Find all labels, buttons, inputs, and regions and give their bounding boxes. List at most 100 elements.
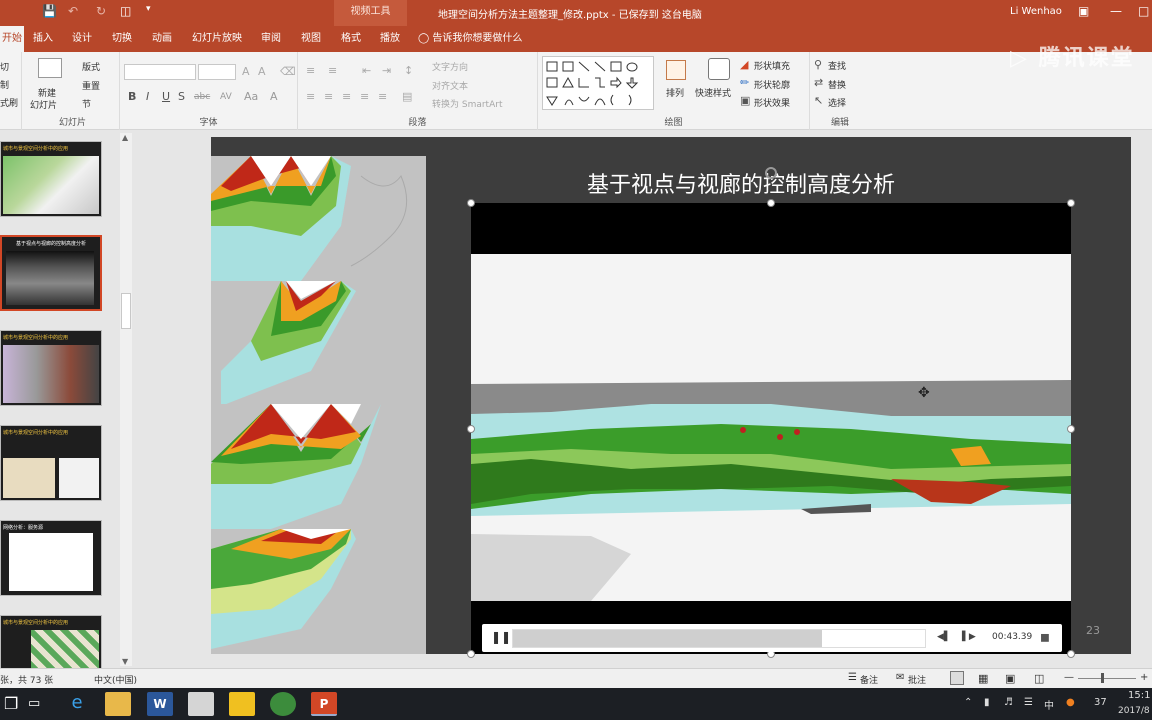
save-icon[interactable]: 💾	[42, 4, 57, 18]
video-progress-bar[interactable]	[512, 629, 926, 648]
selection-handle[interactable]	[1067, 650, 1075, 658]
align-center-icon[interactable]: ≡	[324, 90, 333, 104]
copy-button[interactable]: 制	[0, 78, 9, 91]
word-icon[interactable]: W	[147, 692, 173, 716]
increase-indent-icon[interactable]: ⇥	[382, 64, 391, 78]
char-spacing-button[interactable]: AV	[220, 90, 232, 104]
task-view-icon[interactable]: ▭	[28, 696, 40, 711]
grow-font-icon[interactable]: A	[242, 65, 250, 79]
video-object[interactable]	[471, 203, 1071, 654]
slide-thumbnail[interactable]: 网络分析：服务源	[0, 520, 102, 596]
tab-insert[interactable]: 插入	[28, 26, 58, 52]
tab-review[interactable]: 审阅	[254, 26, 288, 52]
zoom-slider[interactable]	[1078, 678, 1136, 679]
tab-animations[interactable]: 动画	[144, 26, 180, 52]
slide-thumbnail[interactable]: 城市与景观空间分析中的应用	[0, 425, 102, 501]
user-name[interactable]: Li Wenhao	[1010, 6, 1062, 17]
shadow-button[interactable]: S	[178, 90, 185, 104]
shrink-font-icon[interactable]: A	[258, 65, 266, 79]
quick-styles-button[interactable]: 快速样式	[695, 86, 731, 99]
clock-time[interactable]: 15:1	[1128, 690, 1150, 701]
battery-icon[interactable]: ▮	[984, 697, 990, 708]
shape-outline-button[interactable]: 形状轮廓	[754, 78, 790, 91]
language-indicator[interactable]: 中文(中国)	[94, 673, 137, 686]
numbering-icon[interactable]: ≡	[328, 64, 337, 78]
replace-button[interactable]: 替换	[828, 78, 846, 91]
columns-icon[interactable]: ▤	[402, 90, 412, 104]
minimize-icon[interactable]: —	[1110, 4, 1122, 18]
slide-thumbnail[interactable]: 城市与景观空间分析中的应用	[0, 141, 102, 217]
shape-effects-button[interactable]: 形状效果	[754, 96, 790, 109]
align-right-icon[interactable]: ≡	[342, 90, 351, 104]
customize-qat-icon[interactable]: ▾	[146, 4, 151, 14]
tab-slideshow[interactable]: 幻灯片放映	[186, 26, 248, 52]
selection-handle[interactable]	[1067, 199, 1075, 207]
start-icon[interactable]: ❐	[4, 694, 18, 713]
select-button[interactable]: 选择	[828, 96, 846, 109]
font-name-input[interactable]	[124, 64, 196, 80]
align-text-button[interactable]: 对齐文本	[432, 79, 468, 92]
app-icon[interactable]	[229, 692, 255, 716]
tab-home[interactable]: 开始	[0, 26, 24, 52]
ribbon-display-icon[interactable]: ▣	[1078, 4, 1089, 18]
reset-button[interactable]: 重置	[82, 79, 100, 92]
normal-view-icon[interactable]	[950, 671, 964, 685]
notes-icon[interactable]: ☰	[848, 672, 857, 683]
tab-design[interactable]: 设计	[66, 26, 98, 52]
shape-fill-button[interactable]: 形状填充	[754, 59, 790, 72]
app-tray-icon[interactable]: ●	[1066, 697, 1075, 708]
arrange-button[interactable]: 排列	[666, 86, 684, 99]
selection-handle[interactable]	[467, 425, 475, 433]
selection-handle[interactable]	[467, 199, 475, 207]
shapes-gallery[interactable]	[542, 56, 654, 110]
align-left-icon[interactable]: ≡	[306, 90, 315, 104]
slideshow-view-icon[interactable]: ◫	[1034, 672, 1044, 685]
file-explorer-icon[interactable]	[105, 692, 131, 716]
bullets-icon[interactable]: ≡	[306, 64, 315, 78]
tab-format[interactable]: 格式	[334, 26, 368, 52]
format-painter-button[interactable]: 式刷	[0, 96, 18, 109]
network-icon[interactable]: ☰	[1024, 697, 1033, 708]
clear-format-icon[interactable]: ⌫	[280, 65, 296, 79]
tab-playback[interactable]: 播放	[373, 26, 407, 52]
tell-me-box[interactable]: ◯ 告诉我你想要做什么	[418, 26, 538, 52]
layout-button[interactable]: 版式	[82, 60, 100, 73]
selection-handle[interactable]	[467, 650, 475, 658]
edge-icon[interactable]: e	[64, 692, 90, 716]
new-slide-label[interactable]: 幻灯片	[30, 98, 57, 111]
notes-button[interactable]: 备注	[860, 673, 878, 686]
change-case-icon[interactable]: Aa	[244, 90, 258, 104]
smartart-button[interactable]: 转换为 SmartArt	[432, 97, 502, 110]
new-slide-icon[interactable]	[38, 58, 62, 78]
cut-button[interactable]: 切	[0, 60, 9, 73]
zoom-slider-thumb[interactable]	[1101, 673, 1104, 683]
replace-icon[interactable]: ⇄	[814, 76, 823, 90]
font-color-icon[interactable]: A	[270, 90, 278, 104]
quick-styles-icon[interactable]	[708, 58, 730, 80]
scroll-down-icon[interactable]: ▼	[122, 657, 128, 666]
ime-indicator[interactable]: 中	[1044, 697, 1054, 712]
underline-button[interactable]: U	[162, 90, 170, 104]
tab-view[interactable]: 视图	[294, 26, 328, 52]
app-icon[interactable]	[188, 692, 214, 716]
maximize-icon[interactable]: □	[1138, 4, 1149, 18]
pause-icon[interactable]: ❚❚	[491, 630, 511, 644]
thumbnail-scrollbar[interactable]: ▲ ▼	[120, 133, 132, 666]
slide-title[interactable]: 基于视点与视廊的控制高度分析	[511, 167, 971, 199]
scrollbar-thumb[interactable]	[121, 293, 131, 329]
clock-date[interactable]: 2017/8	[1118, 706, 1150, 716]
volume-icon[interactable]: ◼	[1040, 630, 1050, 644]
skip-back-icon[interactable]: ◀▌	[937, 632, 951, 642]
tab-transitions[interactable]: 切换	[104, 26, 140, 52]
italic-button[interactable]: I	[146, 90, 149, 104]
selection-handle[interactable]	[1067, 425, 1075, 433]
bold-button[interactable]: B	[128, 90, 136, 104]
text-direction-button[interactable]: 文字方向	[432, 60, 468, 73]
strikethrough-button[interactable]: abc	[194, 90, 210, 104]
find-button[interactable]: 查找	[828, 59, 846, 72]
volume-tray-icon[interactable]: ♬	[1004, 697, 1013, 708]
skip-forward-icon[interactable]: ▌▶	[962, 632, 976, 642]
slide-thumbnail[interactable]: 城市与景观空间分析中的应用	[0, 330, 102, 406]
decrease-indent-icon[interactable]: ⇤	[362, 64, 371, 78]
find-icon[interactable]: ⚲	[814, 58, 822, 72]
